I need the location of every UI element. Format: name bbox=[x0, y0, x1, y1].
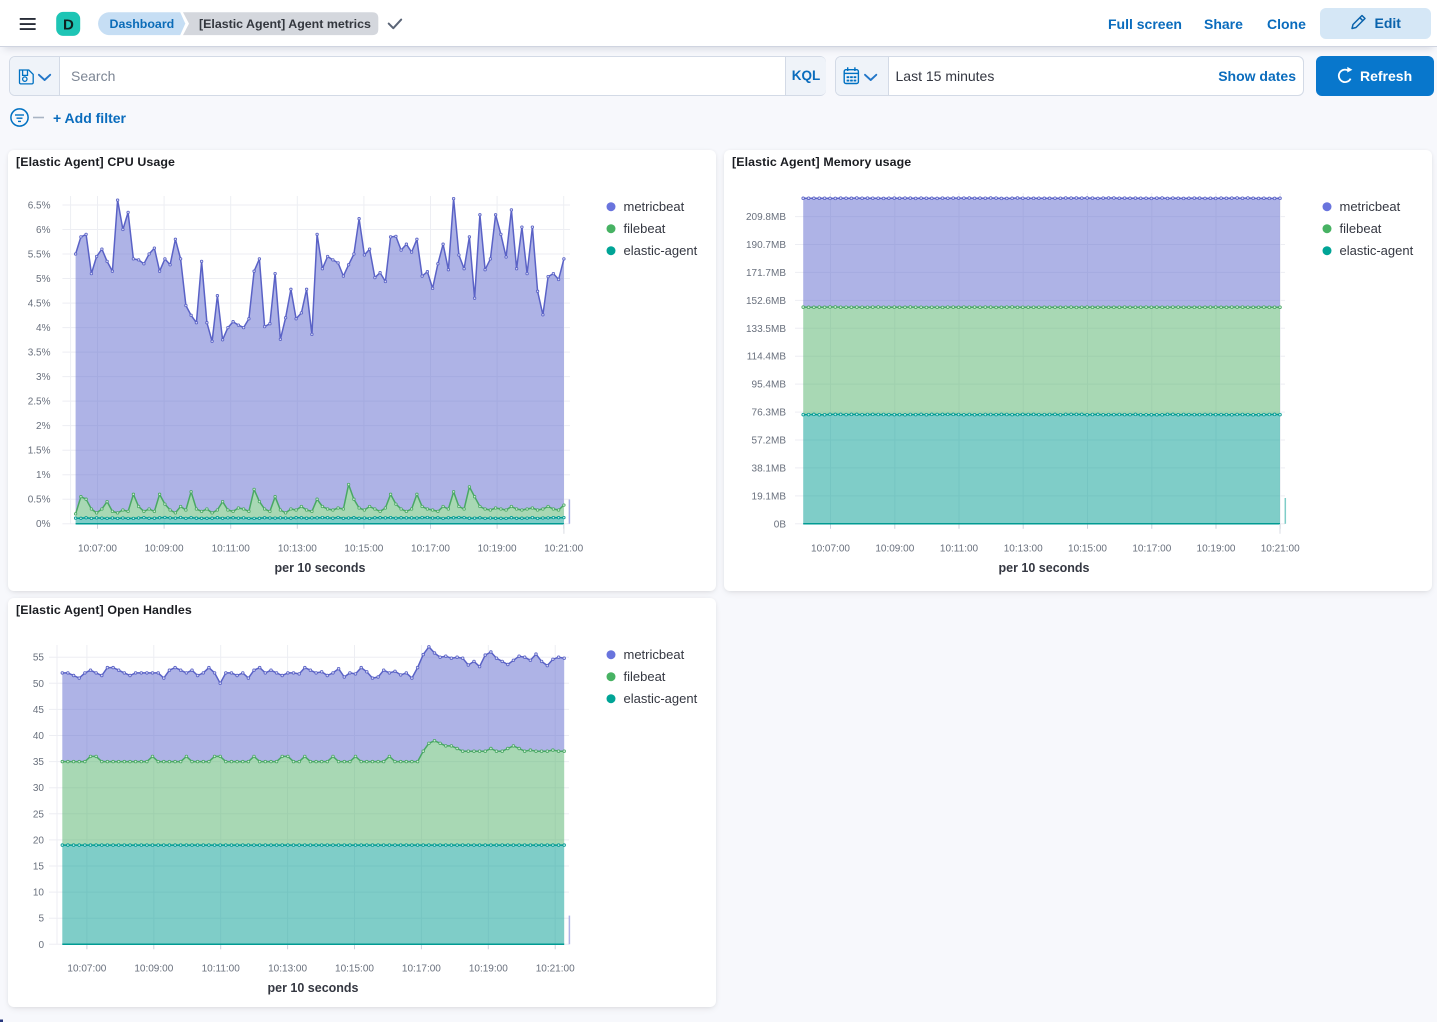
svg-text:10:07:00: 10:07:00 bbox=[78, 544, 117, 555]
svg-text:95.4MB: 95.4MB bbox=[752, 380, 787, 391]
svg-text:10:09:00: 10:09:00 bbox=[134, 964, 173, 975]
svg-text:4.5%: 4.5% bbox=[28, 299, 51, 310]
svg-text:76.3MB: 76.3MB bbox=[752, 408, 787, 419]
svg-text:114.4MB: 114.4MB bbox=[747, 352, 787, 363]
svg-text:metricbeat: metricbeat bbox=[1340, 199, 1401, 214]
svg-text:4%: 4% bbox=[36, 323, 51, 334]
svg-text:50: 50 bbox=[33, 679, 45, 690]
svg-text:per 10 seconds: per 10 seconds bbox=[267, 981, 358, 995]
svg-text:10:21:00: 10:21:00 bbox=[544, 544, 583, 555]
svg-text:3.5%: 3.5% bbox=[28, 348, 51, 359]
svg-text:15: 15 bbox=[33, 862, 45, 873]
svg-text:10:17:00: 10:17:00 bbox=[402, 964, 441, 975]
svg-text:25: 25 bbox=[33, 809, 45, 820]
svg-text:10:11:00: 10:11:00 bbox=[212, 544, 251, 555]
svg-text:10:19:00: 10:19:00 bbox=[1197, 544, 1236, 555]
svg-text:10:15:00: 10:15:00 bbox=[344, 544, 383, 555]
svg-text:35: 35 bbox=[33, 757, 45, 768]
svg-text:1.5%: 1.5% bbox=[28, 446, 51, 457]
svg-text:10:09:00: 10:09:00 bbox=[875, 544, 914, 555]
svg-text:10:13:00: 10:13:00 bbox=[278, 544, 317, 555]
svg-text:10:13:00: 10:13:00 bbox=[268, 964, 307, 975]
svg-text:per 10 seconds: per 10 seconds bbox=[274, 561, 365, 575]
svg-text:20: 20 bbox=[33, 835, 45, 846]
svg-text:filebeat: filebeat bbox=[624, 669, 666, 684]
svg-text:10:17:00: 10:17:00 bbox=[1132, 544, 1171, 555]
svg-text:0.5%: 0.5% bbox=[28, 495, 51, 506]
svg-text:10:07:00: 10:07:00 bbox=[67, 964, 106, 975]
svg-text:10: 10 bbox=[33, 888, 45, 899]
svg-text:40: 40 bbox=[33, 731, 45, 742]
svg-text:1%: 1% bbox=[36, 470, 51, 481]
svg-text:per 10 seconds: per 10 seconds bbox=[998, 561, 1089, 575]
svg-text:10:13:00: 10:13:00 bbox=[1004, 544, 1043, 555]
svg-text:10:15:00: 10:15:00 bbox=[1068, 544, 1107, 555]
svg-text:filebeat: filebeat bbox=[624, 221, 666, 236]
svg-text:0B: 0B bbox=[774, 519, 787, 530]
svg-text:5: 5 bbox=[38, 914, 44, 925]
svg-text:30: 30 bbox=[33, 783, 45, 794]
svg-text:10:09:00: 10:09:00 bbox=[145, 544, 184, 555]
svg-text:metricbeat: metricbeat bbox=[624, 199, 685, 214]
svg-text:57.2MB: 57.2MB bbox=[752, 436, 787, 447]
svg-text:[Elastic Agent] Agent metrics: [Elastic Agent] Agent metrics bbox=[199, 17, 371, 31]
svg-text:190.7MB: 190.7MB bbox=[746, 240, 786, 251]
svg-text:10:15:00: 10:15:00 bbox=[335, 964, 374, 975]
svg-text:209.8MB: 209.8MB bbox=[746, 212, 786, 223]
svg-text:D: D bbox=[63, 17, 74, 34]
svg-text:10:21:00: 10:21:00 bbox=[1261, 544, 1300, 555]
svg-text:10:21:00: 10:21:00 bbox=[536, 964, 575, 975]
svg-text:5%: 5% bbox=[36, 274, 51, 285]
svg-text:metricbeat: metricbeat bbox=[624, 647, 685, 662]
svg-text:10:11:00: 10:11:00 bbox=[202, 964, 241, 975]
svg-text:45: 45 bbox=[33, 705, 45, 716]
svg-text:10:19:00: 10:19:00 bbox=[469, 964, 508, 975]
svg-text:10:19:00: 10:19:00 bbox=[478, 544, 517, 555]
svg-text:152.6MB: 152.6MB bbox=[746, 296, 786, 307]
svg-text:elastic-agent: elastic-agent bbox=[1340, 243, 1414, 258]
svg-text:0: 0 bbox=[38, 940, 44, 951]
svg-text:6%: 6% bbox=[36, 225, 51, 236]
svg-text:elastic-agent: elastic-agent bbox=[624, 691, 698, 706]
svg-text:2%: 2% bbox=[36, 421, 51, 432]
svg-text:10:07:00: 10:07:00 bbox=[811, 544, 850, 555]
svg-text:55: 55 bbox=[33, 653, 45, 664]
svg-text:3%: 3% bbox=[36, 372, 51, 383]
svg-text:2.5%: 2.5% bbox=[28, 397, 51, 408]
svg-text:6.5%: 6.5% bbox=[28, 201, 51, 212]
svg-text:171.7MB: 171.7MB bbox=[746, 268, 786, 279]
svg-text:133.5MB: 133.5MB bbox=[746, 324, 786, 335]
svg-text:10:11:00: 10:11:00 bbox=[940, 544, 979, 555]
svg-text:10:17:00: 10:17:00 bbox=[411, 544, 450, 555]
svg-text:filebeat: filebeat bbox=[1340, 221, 1382, 236]
svg-text:38.1MB: 38.1MB bbox=[752, 463, 787, 474]
svg-text:0%: 0% bbox=[36, 519, 51, 530]
svg-text:elastic-agent: elastic-agent bbox=[624, 243, 698, 258]
svg-text:5.5%: 5.5% bbox=[28, 250, 51, 261]
svg-text:Dashboard: Dashboard bbox=[110, 17, 175, 31]
svg-text:19.1MB: 19.1MB bbox=[752, 491, 787, 502]
